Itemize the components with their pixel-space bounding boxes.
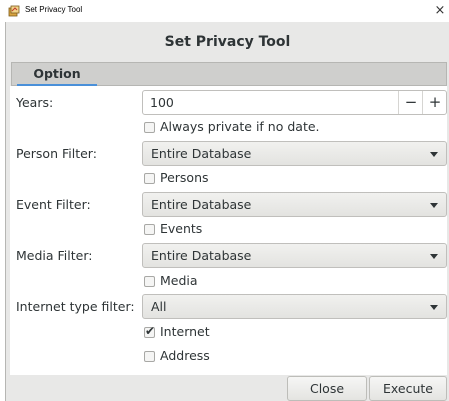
person-filter-dropdown[interactable]: Entire Database [142,141,447,166]
window-title: Set Privacy Tool [25,5,83,14]
years-value[interactable]: 100 [150,95,174,110]
chevron-down-icon [430,305,438,310]
internet-label: Internet [160,324,210,339]
person-filter-value: Entire Database [151,146,252,161]
checkbox-box[interactable] [144,122,155,133]
chevron-down-icon [430,152,438,157]
dialog-header: Set Privacy Tool [164,34,291,50]
person-filter-label: Person Filter: [16,146,97,161]
checkbox-box[interactable] [144,351,155,362]
internet-filter-dropdown[interactable]: All [142,294,447,319]
checkbox-box[interactable] [144,224,155,235]
event-filter-value: Entire Database [151,197,252,212]
media-label: Media [160,273,198,288]
dialog-body: Set Privacy Tool Option Years: 100 − + A… [5,22,449,401]
media-filter-dropdown[interactable]: Entire Database [142,243,447,268]
chevron-down-icon [430,203,438,208]
internet-filter-value: All [151,299,167,314]
media-filter-label: Media Filter: [16,248,93,263]
checkmark-icon: ✔ [145,324,156,338]
execute-button[interactable]: Execute [369,376,447,401]
close-button[interactable]: Close [287,376,367,401]
event-filter-dropdown[interactable]: Entire Database [142,192,447,217]
address-label: Address [160,348,210,363]
checkbox-box[interactable]: ✔ [144,324,156,338]
checkbox-box[interactable] [144,173,155,184]
persons-label: Persons [160,170,209,185]
tab-option[interactable]: Option [17,63,97,86]
window-close-button[interactable]: × [432,2,448,20]
media-filter-value: Entire Database [151,248,252,263]
event-filter-label: Event Filter: [16,197,91,212]
years-label: Years: [16,95,54,110]
years-spinbutton[interactable]: 100 − + [142,90,447,115]
app-tool-icon [8,5,20,17]
button-bar: Close Execute [6,375,449,401]
checkbox-box[interactable] [144,276,155,287]
options-panel: Years: 100 − + Always private if no date… [10,86,447,375]
always-private-label: Always private if no date. [160,119,320,134]
chevron-down-icon [430,254,438,259]
increment-button[interactable]: + [422,91,447,114]
internet-filter-label: Internet type filter: [16,299,135,314]
events-label: Events [160,221,203,236]
tab-bar: Option [11,62,447,86]
window-titlebar[interactable]: Set Privacy Tool × [0,0,449,22]
decrement-button[interactable]: − [398,91,423,114]
